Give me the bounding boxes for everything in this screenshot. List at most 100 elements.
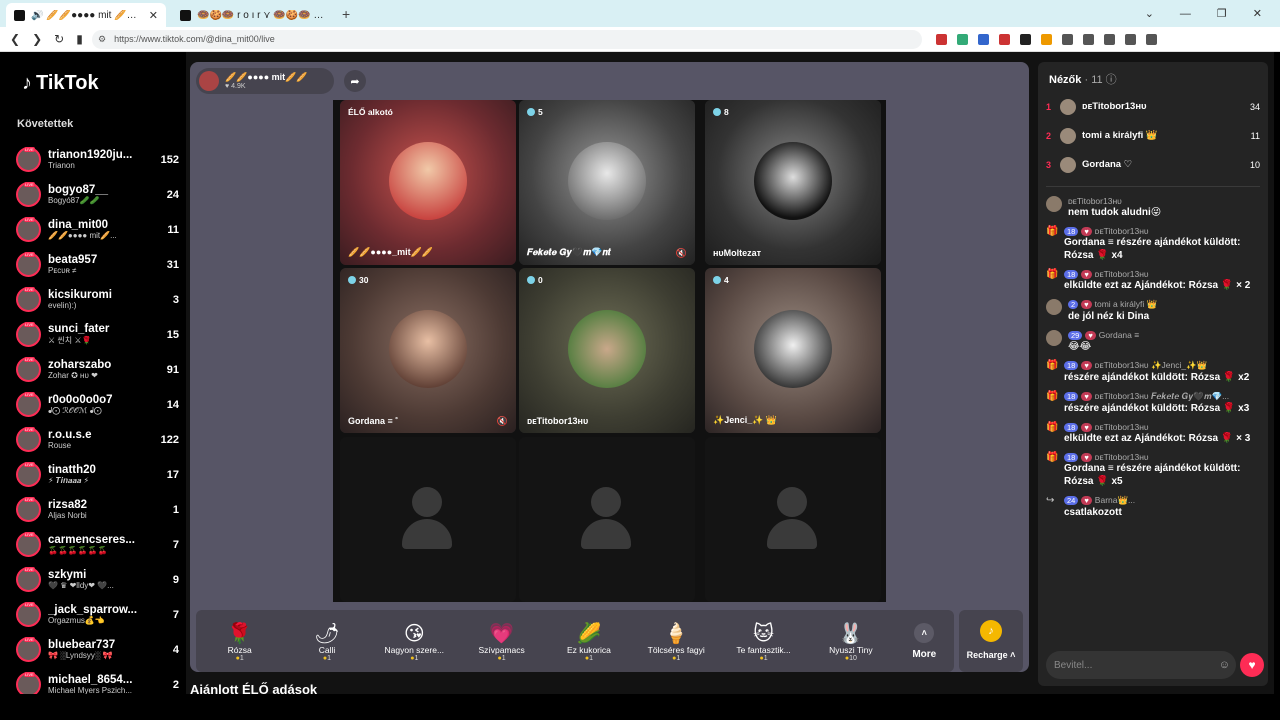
viewer-count: 3 — [172, 293, 179, 306]
recharge-button[interactable]: ♪ Recharge ˄ — [959, 610, 1023, 672]
empty-guest-slot[interactable] — [340, 437, 516, 602]
new-tab-button[interactable]: + — [342, 6, 350, 22]
top-viewer-row[interactable]: 1 ᴅᴇTitobor13ʜᴜ 34 — [1046, 92, 1260, 121]
gift-item[interactable]: 🌶 Calli ●1 — [283, 621, 370, 662]
following-item[interactable]: LIVE dina_mit00 🥖🥖●●●● mit🥖... 11 — [16, 212, 181, 247]
empty-guest-slot[interactable] — [519, 437, 695, 602]
tab-search-icon[interactable]: ⌄ — [1145, 7, 1154, 20]
chat-message: ᴅᴇTitobor13ʜᴜ nem tudok aludni😜 — [1046, 196, 1262, 219]
extension-icon[interactable] — [999, 33, 1010, 45]
empty-guest-slot[interactable] — [705, 437, 881, 602]
following-name: sunci_fater — [48, 323, 110, 335]
gift-icon: 🍦 — [663, 622, 689, 645]
following-item[interactable]: LIVE michael_8654... Michael Myers Pszich.… — [16, 667, 181, 694]
extension-icon[interactable] — [1020, 33, 1031, 45]
chat-placeholder: Bevitel... — [1054, 659, 1093, 671]
guest-cell[interactable]: 4 ✨Jenci_✨ 👑 — [705, 268, 881, 433]
guest-cell[interactable]: 30 Gordana ≡ ˚ 🔇 — [340, 268, 516, 433]
url-field[interactable]: ⚙ https://www.tiktok.com/@dina_mit00/liv… — [92, 29, 922, 49]
following-item[interactable]: LIVE bluebear737 🎀 ░Lyndsyy░ 🎀 4 — [16, 632, 181, 667]
extension-icon[interactable] — [957, 33, 968, 45]
emoji-icon[interactable]: ☺ — [1219, 659, 1230, 671]
gift-item[interactable]: 🍦 Tölcséres fagyi ●1 — [633, 621, 720, 662]
guest-cell[interactable]: 0 ᴅᴇTitobor13ʜᴜ — [519, 268, 695, 433]
extension-icon[interactable] — [1125, 33, 1136, 45]
extension-icon[interactable] — [1104, 33, 1115, 45]
host-info[interactable]: 🥖🥖●●●● mit🥖🥖 ♥ 4.9K — [196, 68, 334, 94]
following-subtitle: Trianon — [48, 161, 75, 170]
extension-icon[interactable] — [1062, 33, 1073, 45]
chat-username[interactable]: ᴅᴇTitobor13ʜᴜ — [1095, 226, 1149, 236]
chat-username[interactable]: ᴅᴇTitobor13ʜᴜ — [1068, 196, 1122, 206]
gift-item[interactable]: 🌹 Rózsa ●1 — [196, 621, 283, 662]
extension-icon[interactable] — [1083, 33, 1094, 45]
chat-message: 🎁 18 ♥ ᴅᴇTitobor13ʜᴜ elküldte ezt az Ajándék… — [1046, 269, 1262, 292]
gift-item[interactable]: 💗 Szívpamacs ●1 — [458, 621, 545, 662]
following-item[interactable]: LIVE rizsa82 Aljas Norbi 1 — [16, 492, 181, 527]
info-icon[interactable]: ⓘ — [1106, 74, 1117, 86]
reload-icon[interactable]: ↻ — [54, 32, 64, 46]
placeholder-user-icon — [777, 487, 807, 517]
extension-icon[interactable] — [978, 33, 989, 45]
following-item[interactable]: LIVE r0o0o0o0o7 ᖱ⨀ ℛ𝒪𝒪ℳ ᖱ⨀ 14 — [16, 387, 181, 422]
more-gifts-button[interactable]: ˄ More — [895, 622, 955, 660]
gift-item[interactable]: 🐱 Te fantasztik... ●1 — [720, 621, 807, 662]
following-item[interactable]: LIVE carmencseres... 🍒🍒🍒🍒🍒🍒 7 — [16, 527, 181, 562]
chat-username[interactable]: ᴅᴇTitobor13ʜᴜ ✨Jenci_✨👑 — [1095, 360, 1207, 371]
gift-item[interactable]: 😘 Nagyon szere... ●1 — [371, 621, 458, 662]
tab-tiktok-other[interactable]: 🍩🍪🍩 r o ı r ⋎ 🍩🍪🍩 (@tiktok.ro… — [172, 3, 332, 27]
following-item[interactable]: LIVE beata957 Pᴇᴄᴜʀ ≠ 31 — [16, 247, 181, 282]
following-item[interactable]: LIVE bogyo87__ Bogyó87🥒🥒 24 — [16, 177, 181, 212]
chat-username[interactable]: ᴅᴇTitobor13ʜᴜ — [1095, 422, 1149, 432]
extension-icon[interactable] — [1041, 33, 1052, 45]
avatar — [1060, 98, 1076, 115]
chat-username[interactable]: ᴅᴇTitobor13ʜᴜ — [1095, 269, 1149, 279]
avatar[interactable] — [1046, 330, 1062, 346]
host-avatar[interactable] — [199, 71, 219, 91]
following-item[interactable]: LIVE kicsikuromi evelin):) 3 — [16, 282, 181, 317]
chat-username[interactable]: Barna👑... — [1095, 495, 1135, 506]
site-info-icon[interactable]: ⚙ — [98, 34, 106, 45]
chat-input[interactable]: Bevitel... ☺ — [1046, 651, 1236, 679]
level-badge: 24 — [1064, 496, 1079, 505]
gift-item[interactable]: 🌽 Ez kukorica ●1 — [545, 621, 632, 662]
avatar[interactable] — [1046, 196, 1062, 212]
top-viewer-row[interactable]: 2 tomi a királyfi 👑 11 — [1046, 121, 1260, 150]
chat-username[interactable]: Gordana ≡ — [1099, 330, 1139, 340]
guest-cell-host[interactable]: ÉLŐ alkotó 🥖🥖●●●●_mit🥖🥖 — [340, 100, 516, 265]
chat-username[interactable]: tomi a királyfi 👑 — [1095, 299, 1158, 310]
back-icon[interactable]: ❮ — [10, 32, 20, 46]
bookmark-icon[interactable]: ▮ — [76, 32, 83, 46]
following-item[interactable]: LIVE zoharszabo Zohar ✪ ʜᴜ ❤ 91 — [16, 352, 181, 387]
like-heart-button[interactable]: ♥ — [1240, 653, 1264, 677]
close-tab-icon[interactable]: ✕ — [149, 9, 158, 22]
tiktok-logo[interactable]: ♪ TikTok — [22, 72, 99, 95]
following-item[interactable]: LIVE szkymi 🖤 ♛ ❤lldy❤ 🖤... 9 — [16, 562, 181, 597]
gift-name: Calli — [318, 644, 336, 655]
minimize-icon[interactable]: — — [1180, 8, 1191, 20]
following-item[interactable]: LIVE tinatth20 ⚡ 𝑻𝒊𝒏𝒂𝒂𝒂 ⚡ 17 — [16, 457, 181, 492]
close-window-icon[interactable]: ✕ — [1253, 7, 1262, 20]
chat-username[interactable]: ᴅᴇTitobor13ʜᴜ 𝑭𝒆𝒌𝒆𝒕𝒆 𝑮𝒚🖤𝒎💎... — [1095, 391, 1229, 402]
avatar: LIVE — [16, 497, 41, 522]
following-item[interactable]: LIVE sunci_fater ⚔ 씬치 ⚔🌹 15 — [16, 317, 181, 352]
gift-item[interactable]: 🐰 Nyuszi Tiny ●10 — [807, 621, 894, 662]
following-item[interactable]: LIVE r.o.u.s.e Rouse 122 — [16, 422, 181, 457]
top-viewer-row[interactable]: 3 Gordana ♡ 10 — [1046, 150, 1260, 179]
following-subtitle: Bogyó87🥒🥒 — [48, 196, 100, 205]
forward-icon[interactable]: ❯ — [32, 32, 42, 46]
avatar: LIVE — [16, 392, 41, 417]
share-icon[interactable]: ➦ — [344, 70, 366, 92]
following-item[interactable]: LIVE trianon1920ju... Trianon 152 — [16, 142, 181, 177]
guest-cell[interactable]: 5 𝑭𝒆𝒌𝒆𝒕𝒆 𝑮𝒚🖤𝒎💎𝒏𝒕 🔇 — [519, 100, 695, 265]
tab-tiktok-live[interactable]: 🔊 🥖🥖●●●● mit 🥖🥖 (@… ✕ — [6, 3, 166, 27]
extension-icon[interactable] — [936, 33, 947, 45]
following-item[interactable]: LIVE _jack_sparrow... Orgazmus💰👈 7 — [16, 597, 181, 632]
avatar[interactable] — [1046, 299, 1062, 315]
guest-cell[interactable]: 8 ʜᴜMoltezaт — [705, 100, 881, 265]
restore-icon[interactable]: ❐ — [1217, 7, 1227, 20]
avatar — [1060, 127, 1076, 144]
menu-icon[interactable] — [1146, 33, 1157, 45]
gift-name: Szívpamacs — [478, 644, 525, 655]
chat-username[interactable]: ᴅᴇTitobor13ʜᴜ — [1095, 452, 1149, 462]
